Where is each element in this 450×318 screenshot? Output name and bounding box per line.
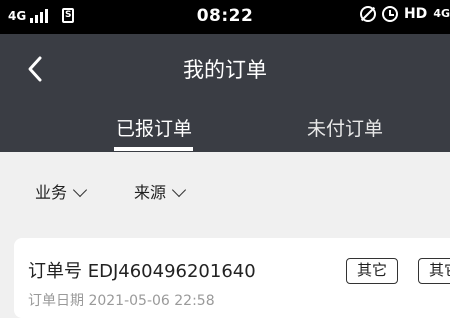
order-number: 订单号 EDJ460496201640 (28, 261, 256, 282)
order-card[interactable]: 订单号 EDJ460496201640 订单日期 2021-05-06 22:5… (14, 238, 450, 318)
filter-source-label: 来源 (134, 183, 167, 202)
filter-bar: 业务 来源 (0, 152, 450, 230)
filter-source-dropdown[interactable]: 来源 (134, 182, 187, 204)
status-bar: 4G S 08:22 HD 4G (0, 0, 450, 34)
alarm-icon (381, 6, 398, 22)
filter-business-dropdown[interactable]: 业务 (35, 182, 88, 204)
hd-label: HD (403, 6, 428, 22)
network-type-right: 4G (433, 7, 450, 20)
filter-business-label: 业务 (35, 183, 68, 202)
chevron-down-icon (72, 182, 88, 198)
page-title: 我的订单 (183, 58, 267, 82)
order-other-button-2[interactable]: 其它 (418, 258, 450, 284)
order-date: 订单日期 2021-05-06 22:58 (28, 293, 215, 309)
status-right: HD 4G (359, 6, 450, 22)
tab-unpaid-orders[interactable]: 未付订单 (307, 116, 383, 142)
tab-reported-orders[interactable]: 已报订单 (116, 116, 192, 142)
chevron-down-icon (171, 182, 187, 198)
mute-icon (359, 6, 376, 22)
active-tab-indicator (114, 147, 193, 151)
app-header: 我的订单 已报订单 未付订单 (0, 34, 450, 152)
order-other-button[interactable]: 其它 (346, 258, 399, 284)
